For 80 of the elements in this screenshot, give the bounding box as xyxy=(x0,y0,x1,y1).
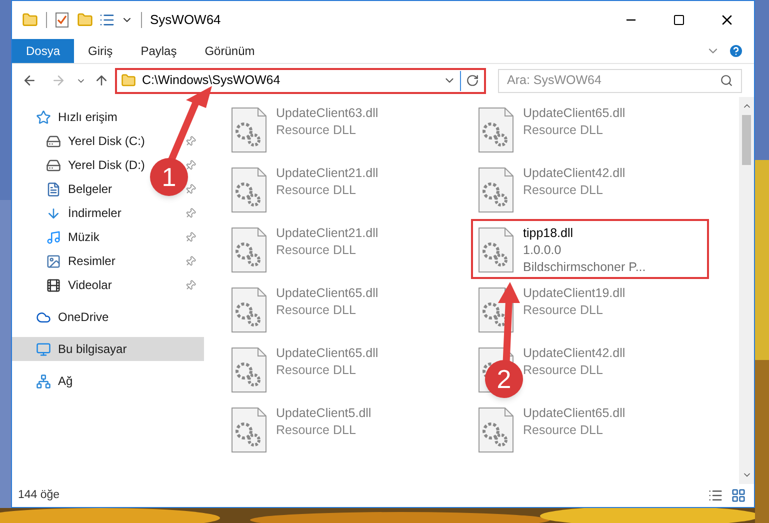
settings-file-icon xyxy=(230,347,268,393)
item-count: 144 öğe xyxy=(18,488,60,503)
file-detail: Resource DLL xyxy=(276,122,357,139)
settings-file-icon xyxy=(477,167,515,213)
properties-icon[interactable] xyxy=(99,12,115,28)
music-note-icon xyxy=(46,230,61,244)
monitor-icon xyxy=(36,342,51,356)
scrollbar[interactable] xyxy=(739,97,754,484)
drive-icon xyxy=(46,134,61,148)
cloud-icon xyxy=(36,310,51,324)
file-name[interactable]: UpdateClient65.dll xyxy=(276,285,378,302)
file-detail: Resource DLL xyxy=(276,362,357,379)
ribbon-tab[interactable]: Görünüm xyxy=(190,39,269,63)
refresh-icon[interactable] xyxy=(466,74,479,87)
file-name[interactable]: UpdateClient42.dll xyxy=(523,345,626,362)
search-icon xyxy=(720,74,733,87)
file-name[interactable]: UpdateClient21.dll xyxy=(276,225,378,242)
details-view-icon[interactable] xyxy=(708,488,723,503)
window-title: SysWOW64 xyxy=(150,11,221,30)
settings-file-icon xyxy=(477,107,515,153)
file-detail: Resource DLL xyxy=(523,182,604,199)
sidebar-item[interactable]: Resimler xyxy=(46,252,116,270)
sidebar-item[interactable]: Müzik xyxy=(46,228,100,246)
ribbon-tab[interactable]: Giriş xyxy=(74,39,127,63)
file-name[interactable]: UpdateClient42.dll xyxy=(523,165,626,182)
file-name[interactable]: UpdateClient65.dll xyxy=(523,405,626,422)
folder-icon xyxy=(121,73,136,88)
checklist-icon[interactable] xyxy=(55,12,69,28)
file-detail: Resource DLL xyxy=(523,122,604,139)
file-name[interactable]: UpdateClient5.dll xyxy=(276,405,372,422)
back-icon[interactable] xyxy=(22,73,37,88)
settings-file-icon xyxy=(230,227,268,273)
file-name[interactable]: UpdateClient65.dll xyxy=(523,105,626,122)
settings-file-icon xyxy=(230,107,268,153)
search-input[interactable]: Ara: SysWOW64 xyxy=(507,71,720,90)
file-name[interactable]: UpdateClient19.dll xyxy=(523,285,626,302)
settings-file-icon xyxy=(477,227,515,273)
drive-icon xyxy=(46,158,61,172)
sidebar-item[interactable]: Bu bilgisayar xyxy=(36,340,127,358)
file-name[interactable]: UpdateClient21.dll xyxy=(276,165,378,182)
maximize-icon xyxy=(673,14,685,26)
sidebar-item[interactable]: Videolar xyxy=(46,276,112,294)
file-name[interactable]: tipp18.dll xyxy=(523,225,646,242)
address-path: C:\Windows\SysWOW64 xyxy=(142,72,282,90)
settings-file-icon xyxy=(230,407,268,453)
document-icon xyxy=(46,182,61,196)
sidebar-item[interactable]: İndirmeler xyxy=(46,204,122,222)
sidebar-item[interactable]: Yerel Disk (C:) xyxy=(46,132,145,150)
star-icon xyxy=(36,110,51,124)
network-icon xyxy=(36,374,51,388)
large-icons-view-icon[interactable] xyxy=(731,488,746,503)
file-detail: Resource DLL xyxy=(276,242,357,259)
file-detail: Resource DLL xyxy=(276,422,357,439)
sidebar-item[interactable]: Yerel Disk (D:) xyxy=(46,156,145,174)
settings-file-icon xyxy=(477,407,515,453)
settings-file-icon xyxy=(230,167,268,213)
address-field[interactable]: C:\Windows\SysWOW64 xyxy=(115,68,486,94)
sidebar-item[interactable]: Ağ xyxy=(36,372,73,390)
file-detail: Resource DLL xyxy=(276,182,357,199)
file-detail: 1.0.0.0 xyxy=(523,242,562,259)
file-detail: Bildschirmschoner P... xyxy=(523,259,646,276)
sidebar-item[interactable]: Hızlı erişim xyxy=(36,108,118,126)
help-icon[interactable] xyxy=(728,43,744,59)
scrollbar-thumb[interactable] xyxy=(742,115,751,165)
download-arrow-icon xyxy=(46,206,61,220)
settings-file-icon xyxy=(230,287,268,333)
file-detail: Resource DLL xyxy=(523,422,604,439)
search-field[interactable]: Ara: SysWOW64 xyxy=(498,68,742,92)
file-name[interactable]: UpdateClient63.dll xyxy=(276,105,378,122)
ribbon-tab[interactable]: Dosya xyxy=(12,39,74,63)
sidebar-item[interactable]: Belgeler xyxy=(46,180,112,198)
up-icon[interactable] xyxy=(94,73,109,88)
file-detail: Resource DLL xyxy=(523,362,604,379)
file-detail: Resource DLL xyxy=(276,302,357,319)
file-name[interactable]: UpdateClient65.dll xyxy=(276,345,378,362)
picture-icon xyxy=(46,254,61,268)
file-detail: Resource DLL xyxy=(523,302,604,319)
film-icon xyxy=(46,278,61,292)
sidebar-item[interactable]: OneDrive xyxy=(36,308,109,326)
ribbon-tab[interactable]: Paylaş xyxy=(126,39,191,63)
